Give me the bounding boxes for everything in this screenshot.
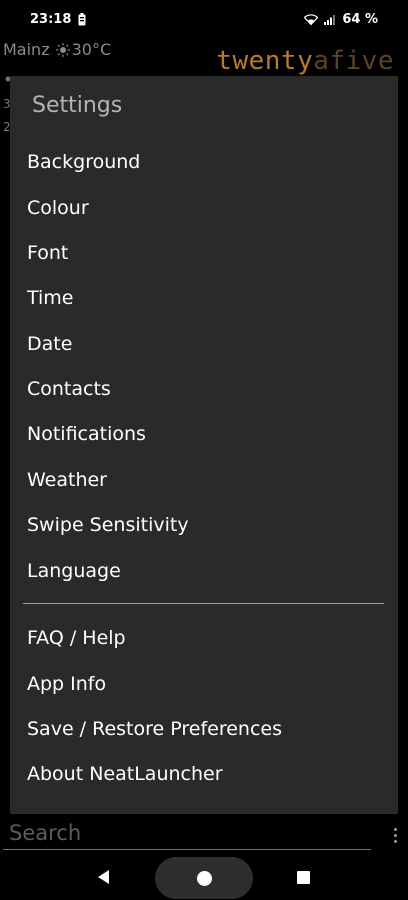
menu-item-date[interactable]: Date [10,322,398,366]
more-options-icon[interactable] [387,823,403,847]
status-bar: 23:18 64 % [0,0,408,38]
wifi-icon [304,13,319,25]
menu-item-font[interactable]: Font [10,231,398,275]
weather-widget[interactable]: Mainz 30°C [3,40,111,59]
dot [393,833,397,837]
menu-item-save-restore[interactable]: Save / Restore Preferences [10,707,398,751]
menu-item-colour[interactable]: Colour [10,186,398,230]
search-input[interactable] [3,820,371,845]
status-time: 23:18 [30,11,72,27]
status-left: 23:18 [30,12,86,27]
menu-item-notifications[interactable]: Notifications [10,412,398,456]
word-clock-dim: afive [313,46,394,76]
search-bar [3,816,371,850]
settings-dialog: Settings Background Colour Font Time Dat… [10,76,398,814]
menu-item-weather[interactable]: Weather [10,458,398,502]
menu-item-app-info[interactable]: App Info [10,662,398,706]
menu-item-language[interactable]: Language [10,549,398,593]
menu-item-faq-help[interactable]: FAQ / Help [10,616,398,660]
back-icon[interactable] [94,867,114,887]
weather-temperature: 30°C [71,40,112,59]
status-right: 64 % [304,12,378,27]
menu-item-background[interactable]: Background [10,140,398,184]
weather-city: Mainz [3,40,50,59]
word-clock[interactable]: twentyafive [216,46,394,76]
dot [393,839,397,843]
dot [393,827,397,831]
word-clock-main: twenty [216,46,314,76]
launcher-screen: 23:18 64 % Mainz 30°C twentyafive 3 2 Se… [0,0,408,900]
home-icon [196,870,212,886]
signal-icon [324,14,336,25]
menu-item-swipe-sensitivity[interactable]: Swipe Sensitivity [10,503,398,547]
navigation-bar [0,852,408,900]
battery-percentage: 64 % [342,11,378,27]
recents-icon[interactable] [297,871,310,884]
dialog-title: Settings [32,93,123,118]
menu-divider [23,603,384,604]
sun-icon [55,42,70,57]
battery-saver-icon [78,12,86,26]
menu-item-contacts[interactable]: Contacts [10,367,398,411]
menu-item-time[interactable]: Time [10,276,398,320]
menu-item-about[interactable]: About NeatLauncher [10,752,398,796]
home-button[interactable] [155,857,253,899]
